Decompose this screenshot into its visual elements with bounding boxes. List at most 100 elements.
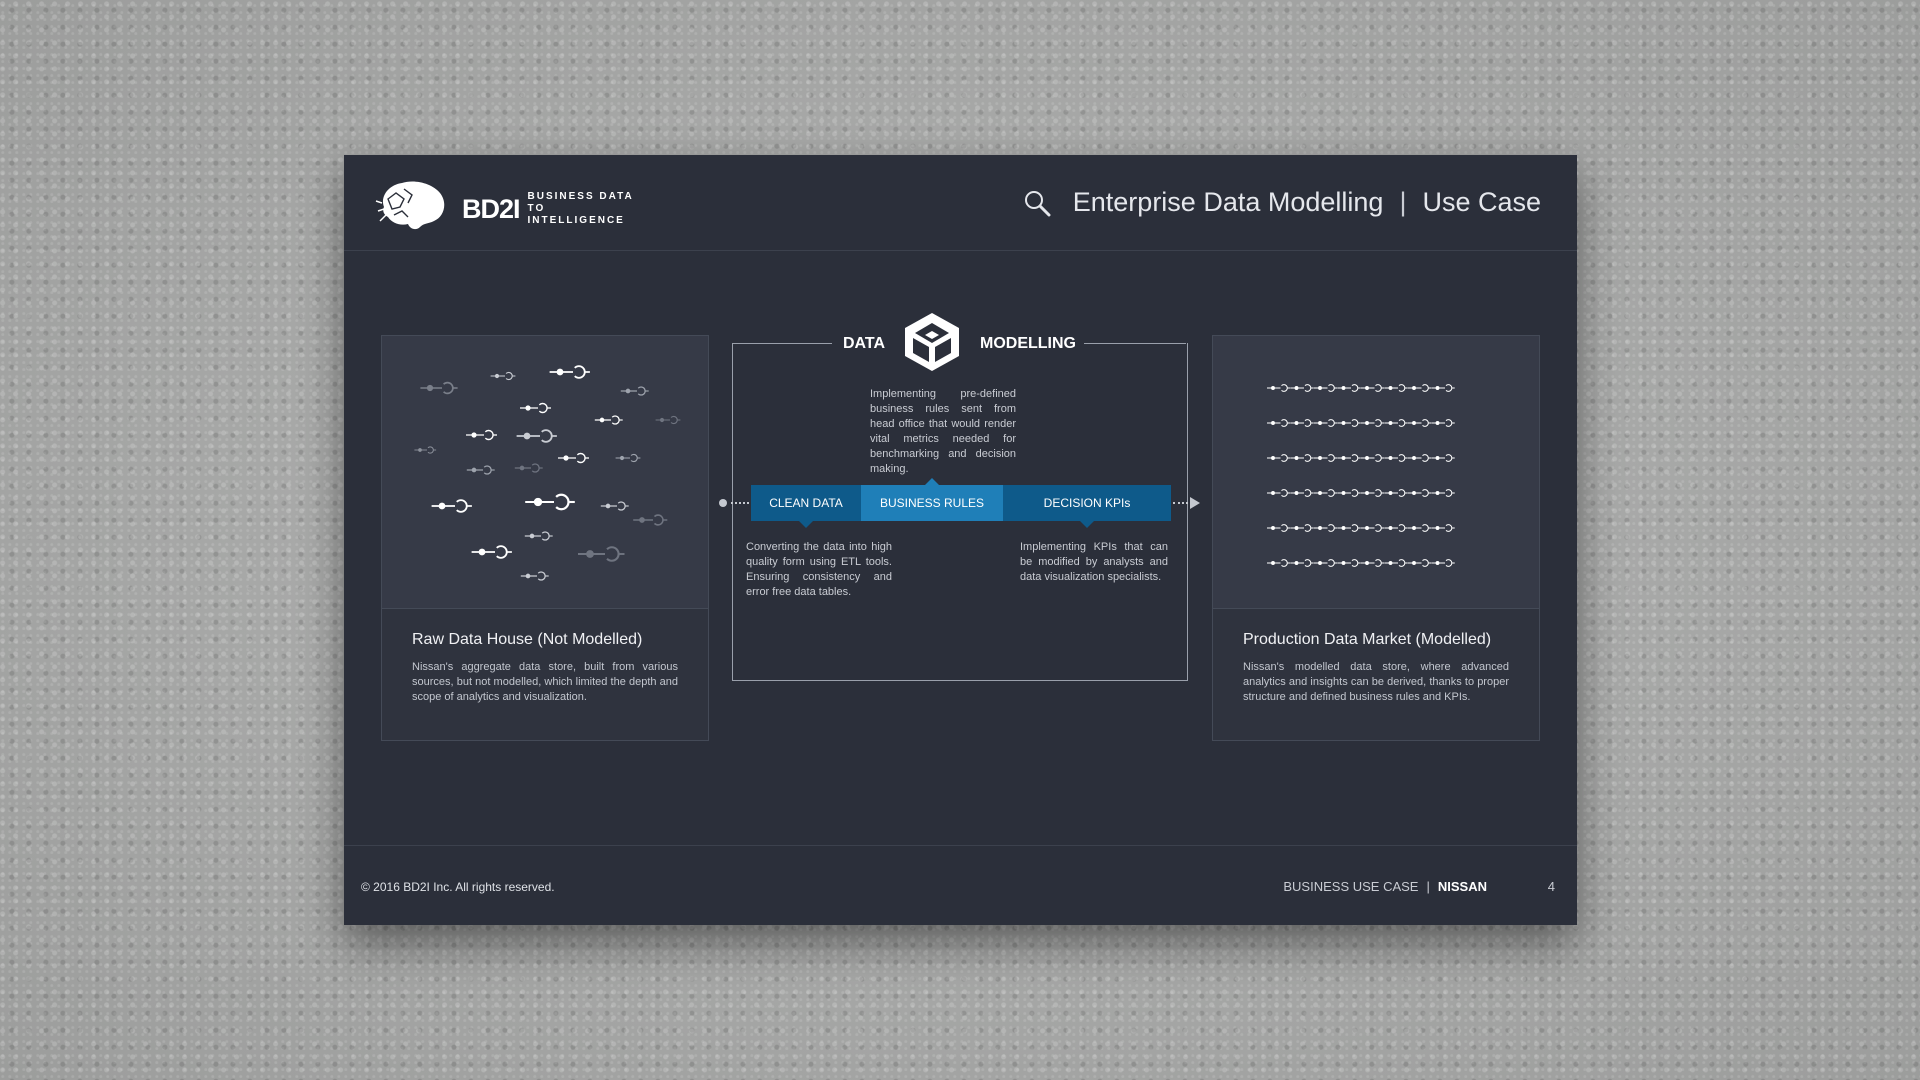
brand: BD2I BUSINESS DATA TO INTELLIGENCE [462, 191, 638, 227]
connector-icon [1337, 454, 1361, 462]
connector-icon [1431, 524, 1455, 532]
clean-data-description: Converting the data into high quality fo… [746, 540, 892, 600]
connector-icon [1361, 384, 1385, 392]
connector-icon [414, 446, 437, 454]
raw-data-title: Raw Data House (Not Modelled) [412, 631, 643, 648]
flow-start-dot [719, 499, 727, 507]
frame-top-left-line [732, 343, 832, 344]
connector-icon [1361, 489, 1385, 497]
connector-icon [1431, 419, 1455, 427]
page-number: 4 [1547, 879, 1555, 894]
step-clean-data: CLEAN DATA [751, 485, 861, 521]
connector-icon [1314, 559, 1338, 567]
connector-icon [615, 453, 641, 463]
connector-icon [1267, 384, 1291, 392]
connector-icon [490, 371, 516, 381]
client-name: NISSAN [1437, 879, 1487, 894]
footer-label: BUSINESS USE CASE | NISSAN [1283, 879, 1487, 894]
data-modelling-title-left: DATA [843, 335, 886, 352]
business-rules-pointer [925, 478, 939, 485]
connector-icon [620, 386, 649, 396]
connector-icon [1290, 454, 1314, 462]
connector-icon [1384, 559, 1408, 567]
connector-icon [549, 365, 590, 379]
connector-icon [1267, 559, 1291, 567]
connector-icon [1384, 454, 1408, 462]
slide-title-area: Enterprise Data Modelling | Use Case [1023, 187, 1541, 218]
connector-icon [1337, 419, 1361, 427]
flow-dots-left [731, 502, 749, 506]
frame-top-right-line [1084, 343, 1186, 344]
connector-icon [633, 514, 668, 526]
connector-icon [655, 415, 681, 425]
footer-label-text: BUSINESS USE CASE [1283, 879, 1419, 894]
connector-icon [466, 429, 497, 441]
raw-data-illustration [382, 336, 708, 609]
slide-header: BD2I BUSINESS DATA TO INTELLIGENCE Enter… [344, 155, 1577, 251]
slide: BD2I BUSINESS DATA TO INTELLIGENCE Enter… [344, 155, 1577, 925]
decision-kpis-pointer [1080, 521, 1094, 528]
connector-icon [1384, 384, 1408, 392]
connector-icon [1290, 419, 1314, 427]
slide-footer: © 2016 BD2I Inc. All rights reserved. BU… [344, 845, 1577, 925]
connector-icon [1361, 454, 1385, 462]
decision-kpis-description: Implementing KPIs that can be modified b… [1020, 540, 1168, 585]
production-data-panel: Production Data Market (Modelled) Nissan… [1212, 335, 1540, 741]
connector-icon [1408, 489, 1432, 497]
connector-icon [1337, 489, 1361, 497]
connector-icon [1408, 559, 1432, 567]
brand-mark: BD2I [462, 193, 521, 224]
connector-icon [1314, 489, 1338, 497]
connector-icon [1267, 489, 1291, 497]
search-icon [1024, 190, 1051, 216]
connector-icon [1337, 384, 1361, 392]
connector-icon [1337, 524, 1361, 532]
raw-data-panel: Raw Data House (Not Modelled) Nissan's a… [381, 335, 709, 741]
title-separator: | [1399, 187, 1407, 217]
connector-icon [1408, 524, 1432, 532]
connector-icon [1361, 419, 1385, 427]
connector-icon [558, 452, 589, 464]
connector-icon [525, 493, 575, 511]
step-decision-kpis: DECISION KPIs [1003, 485, 1171, 521]
connector-icon [1408, 384, 1432, 392]
connector-icon [1361, 524, 1385, 532]
scattered-data-icons [414, 365, 681, 581]
connector-icon [520, 571, 549, 581]
brain-logo-icon [375, 181, 445, 230]
slide-subtitle: Use Case [1422, 187, 1541, 217]
connector-icon [1384, 419, 1408, 427]
production-data-illustration [1213, 336, 1539, 609]
connector-icon [420, 381, 458, 395]
connector-icon [1431, 454, 1455, 462]
connector-icon [578, 546, 625, 562]
connector-icon [514, 463, 543, 473]
connector-icon [520, 402, 551, 414]
slide-title: Enterprise Data Modelling [1072, 187, 1384, 217]
connector-icon [1267, 419, 1291, 427]
data-modelling-title-right: MODELLING [980, 335, 1076, 352]
connector-icon [1408, 454, 1432, 462]
ordered-data-icons [1267, 384, 1455, 567]
clean-data-pointer [799, 521, 813, 528]
connector-icon [594, 415, 623, 425]
connector-icon [1290, 384, 1314, 392]
connector-icon [1384, 489, 1408, 497]
connector-icon [1384, 524, 1408, 532]
step-business-rules: BUSINESS RULES [861, 485, 1003, 521]
connector-icon [1290, 524, 1314, 532]
connector-icon [431, 499, 472, 513]
connector-icon [524, 531, 553, 541]
connector-icon [466, 465, 495, 475]
cube-icon [905, 313, 959, 371]
raw-data-description: Nissan's aggregate data store, built fro… [412, 661, 678, 703]
connector-icon [1314, 384, 1338, 392]
connector-icon [1290, 559, 1314, 567]
connector-icon [1314, 419, 1338, 427]
connector-icon [1361, 559, 1385, 567]
connector-icon [516, 429, 557, 443]
connector-icon [1337, 559, 1361, 567]
production-data-description: Nissan's modelled data store, where adva… [1243, 661, 1509, 703]
production-data-title: Production Data Market (Modelled) [1243, 631, 1492, 648]
brand-tagline: BUSINESS DATA TO INTELLIGENCE [527, 191, 634, 226]
